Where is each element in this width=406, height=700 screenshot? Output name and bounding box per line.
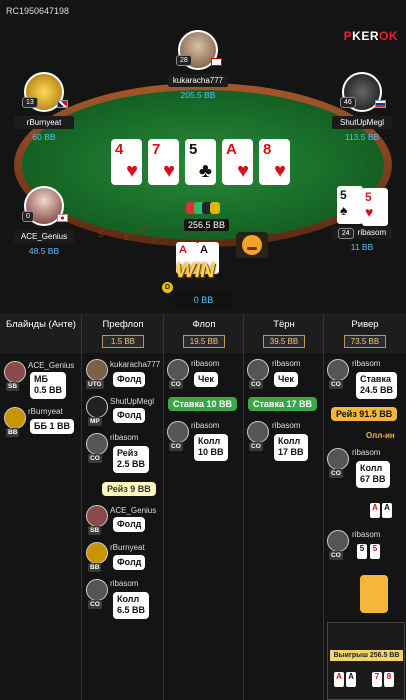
seat-right-lower[interactable]: 24 ribasom 11 BB [322, 222, 402, 252]
action-bubble: ББ 1 BB [30, 419, 74, 435]
player-stack: 205.5 BB [180, 90, 216, 100]
flag-icon [57, 214, 68, 222]
board-card: 7 ♥ [148, 139, 179, 185]
board-card: A ♥ [222, 139, 253, 185]
winnings-panel [327, 622, 405, 700]
avatar [4, 407, 26, 429]
avatar: 13 [22, 72, 68, 112]
avatar: 0 [22, 186, 68, 226]
dealer-button: D [162, 282, 173, 293]
pokerok-logo: PKEROK [343, 29, 398, 43]
action-bubble: МБ 0.5 BB [30, 372, 67, 399]
player-name: ShutUpMegl [332, 116, 392, 129]
pot-amount: 256.5 BB [184, 219, 230, 231]
player-stack: 60 BB [32, 132, 56, 142]
flag-icon [375, 100, 386, 108]
avatar: 46 [340, 72, 386, 112]
pot-chips-icon [186, 202, 222, 218]
emoji-sticker-icon[interactable] [236, 232, 268, 258]
avatar: 28 [176, 30, 222, 70]
board-card: 5 ♣ [185, 139, 216, 185]
hand-id: RC1950647198 [6, 6, 70, 16]
player-name: rBurnyeat [14, 116, 74, 129]
hole-card: 5 ♠ [337, 186, 363, 224]
col-header-flop: Флоп 19.5 BB [164, 315, 244, 353]
flag-icon [211, 58, 222, 66]
winnings-label: Выигрыш 256.5 BB [330, 650, 403, 661]
avatar [4, 361, 26, 383]
player-name: 24 ribasom [332, 226, 392, 239]
player-stack: 48.5 BB [28, 246, 60, 256]
board-card: 8 ♥ [259, 139, 290, 185]
player-stack: 113.5 BB [344, 132, 380, 142]
emoji-sticker-icon [360, 575, 388, 613]
hole-card: 5 ♥ [362, 188, 388, 226]
player-name: kukaracha777 [168, 74, 228, 87]
board-card: 4 ♥ [111, 139, 142, 185]
seat-left-upper[interactable]: 13 rBurnyeat 60 BB [4, 72, 84, 142]
hero-stack: 0 BB [175, 293, 232, 307]
win-badge: WIN [176, 260, 215, 282]
seat-left-lower[interactable]: 0 ACE_Genius 48.5 BB [4, 186, 84, 256]
col-header-river: Ривер 73.5 BB [324, 315, 406, 353]
col-header-preflop: Префлоп 1.5 BB [102, 319, 144, 348]
rail-text: U [140, 224, 146, 233]
flag-icon [57, 100, 68, 108]
seat-top[interactable]: 28 kukaracha777 205.5 BB [158, 30, 238, 100]
col-header-blinds: Блайнды (Анте) [6, 319, 76, 330]
seat-right-upper[interactable]: 46 ShutUpMegl 113.5 BB [322, 72, 402, 142]
player-stack: 11 BB [350, 242, 374, 252]
col-header-turn: Тёрн 39.5 BB [244, 315, 324, 353]
player-name: ACE_Genius [14, 230, 74, 243]
